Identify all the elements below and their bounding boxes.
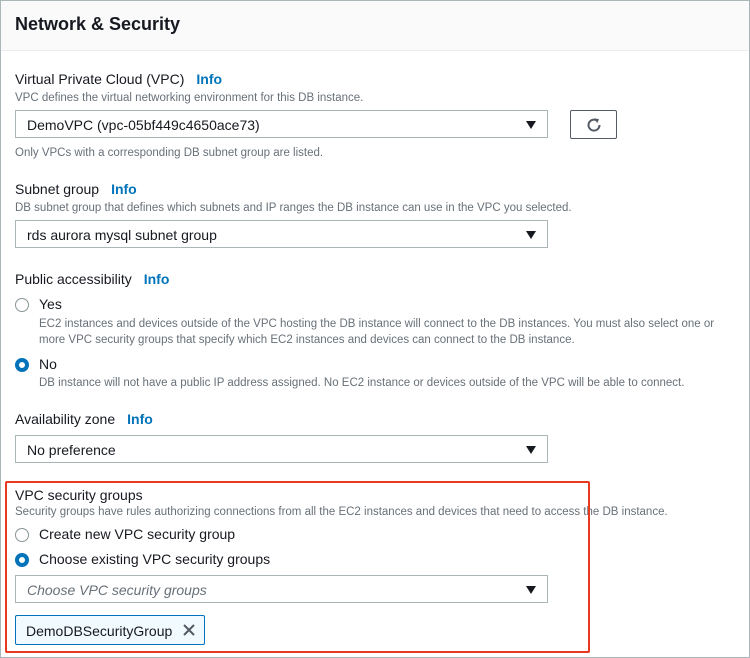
- radio-choose-existing-sg-label[interactable]: Choose existing VPC security groups: [39, 551, 270, 567]
- subnet-field-label: Subnet group Info: [15, 181, 137, 197]
- vpc-field-label: Virtual Private Cloud (VPC) Info: [15, 71, 222, 87]
- network-security-panel: Network & Security Virtual Private Cloud…: [0, 0, 750, 658]
- sg-token-label: DemoDBSecurityGroup: [26, 623, 173, 639]
- subnet-info-link[interactable]: Info: [111, 181, 137, 197]
- public-access-info-link[interactable]: Info: [144, 271, 170, 287]
- caret-down-icon: [526, 446, 536, 454]
- caret-down-icon: [526, 231, 536, 239]
- public-access-field-label: Public accessibility Info: [15, 271, 169, 287]
- caret-down-icon: [526, 121, 536, 129]
- az-label: Availability zone: [15, 411, 116, 427]
- radio-create-new-sg[interactable]: [15, 528, 29, 542]
- public-access-yes-description: EC2 instances and devices outside of the…: [39, 318, 715, 346]
- radio-create-new-sg-label[interactable]: Create new VPC security group: [39, 526, 235, 542]
- vpc-description: VPC defines the virtual networking envir…: [15, 92, 364, 104]
- sg-select[interactable]: Choose VPC security groups: [15, 575, 548, 603]
- refresh-vpc-button[interactable]: [570, 110, 617, 139]
- vpc-info-link[interactable]: Info: [196, 71, 222, 87]
- radio-no-label[interactable]: No: [39, 356, 57, 372]
- sg-description: Security groups have rules authorizing c…: [15, 506, 668, 518]
- radio-choose-existing-sg[interactable]: [15, 553, 29, 567]
- subnet-selected-value: rds aurora mysql subnet group: [27, 227, 217, 243]
- panel-title: Network & Security: [15, 14, 181, 34]
- radio-no[interactable]: [15, 358, 29, 372]
- vpc-selected-value: DemoVPC (vpc-05bf449c4650ace73): [27, 117, 260, 133]
- radio-yes[interactable]: [15, 298, 29, 312]
- close-icon[interactable]: [182, 623, 196, 637]
- az-select[interactable]: No preference: [15, 435, 548, 463]
- caret-down-icon: [526, 586, 536, 594]
- subnet-description: DB subnet group that defines which subne…: [15, 202, 572, 214]
- vpc-label: Virtual Private Cloud (VPC): [15, 71, 185, 87]
- public-access-label: Public accessibility: [15, 271, 132, 287]
- subnet-select[interactable]: rds aurora mysql subnet group: [15, 220, 548, 248]
- az-field-label: Availability zone Info: [15, 411, 153, 427]
- az-info-link[interactable]: Info: [127, 411, 153, 427]
- radio-yes-label[interactable]: Yes: [39, 296, 62, 312]
- sg-label: VPC security groups: [15, 487, 143, 503]
- vpc-hint: Only VPCs with a corresponding DB subnet…: [15, 147, 324, 159]
- public-access-no-description: DB instance will not have a public IP ad…: [39, 377, 685, 389]
- panel-header: Network & Security: [1, 1, 749, 51]
- az-selected-value: No preference: [27, 442, 116, 458]
- sg-select-placeholder: Choose VPC security groups: [27, 582, 207, 598]
- refresh-icon: [587, 118, 601, 132]
- sg-field-label: VPC security groups: [15, 487, 143, 503]
- subnet-label: Subnet group: [15, 181, 100, 197]
- vpc-select[interactable]: DemoVPC (vpc-05bf449c4650ace73): [15, 110, 548, 138]
- sg-token: DemoDBSecurityGroup: [15, 615, 205, 645]
